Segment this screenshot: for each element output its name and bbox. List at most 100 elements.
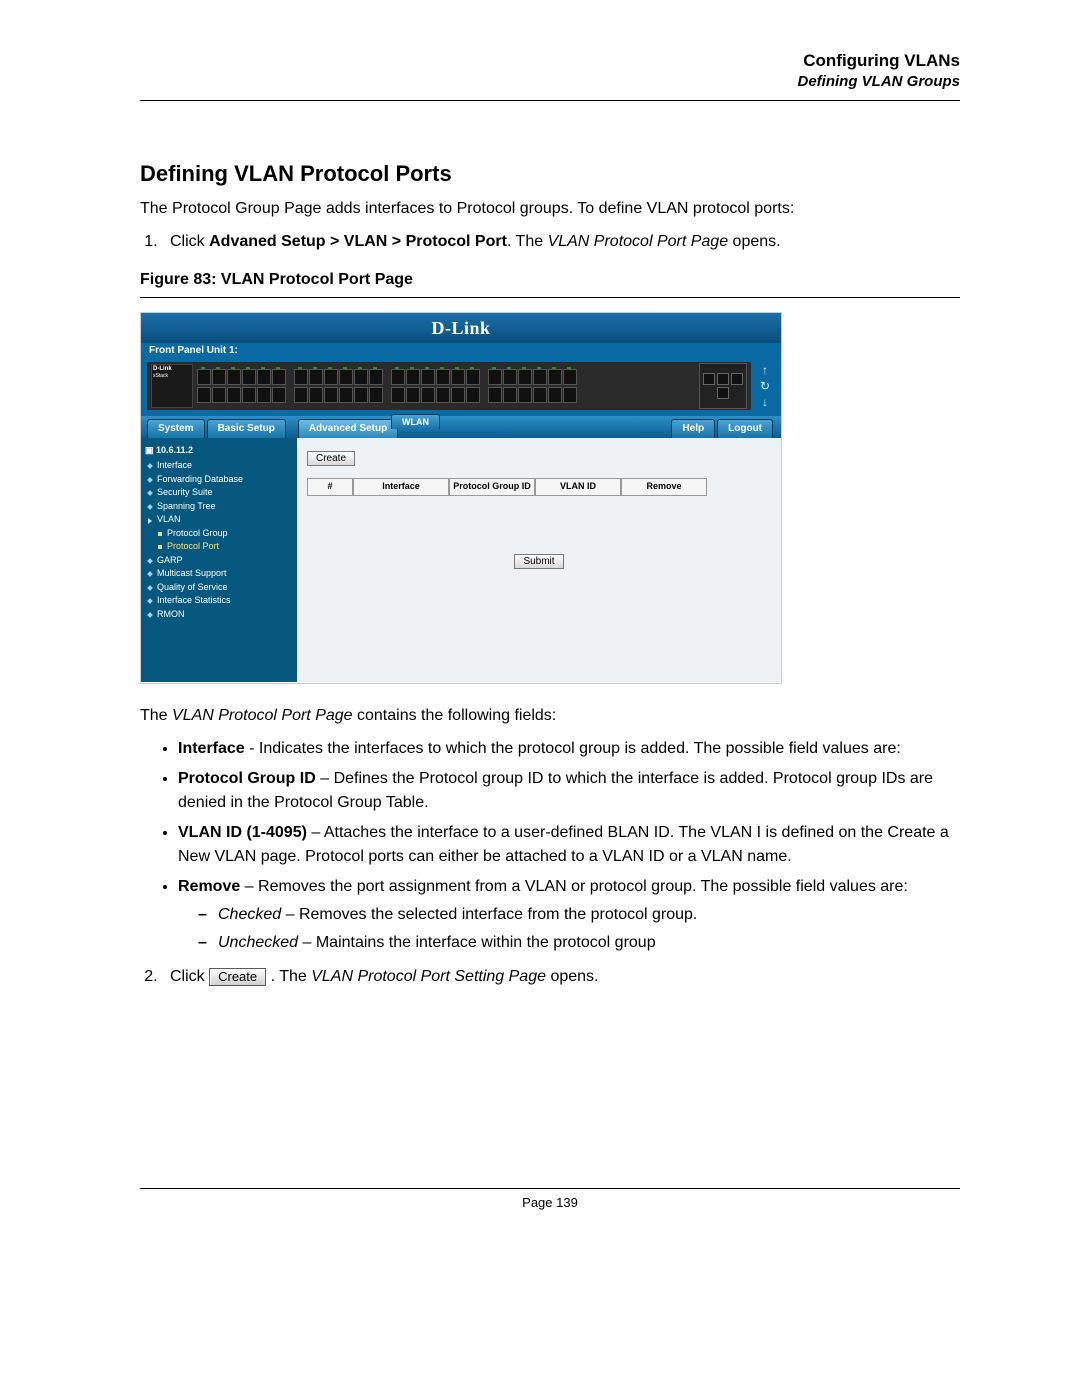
tree-root[interactable]: ▣ 10.6.11.2 [145,444,293,458]
tree-garp[interactable]: GARP [145,554,293,568]
port-icon [339,387,353,403]
tree-forwarding-database[interactable]: Forwarding Database [145,473,293,487]
arrow-up-icon[interactable]: ↑ [762,363,768,377]
field-vlan-id: VLAN ID (1-4095) – Attaches the interfac… [178,821,960,869]
port-icon [406,387,420,403]
page-title: Defining VLAN Protocol Ports [140,161,960,187]
tab-advanced-setup[interactable]: Advanced Setup [298,419,398,438]
port-icon [406,369,420,385]
port-row-top [197,369,695,385]
tree-vlan[interactable]: VLAN [145,513,293,527]
submit-row: Submit [307,551,771,569]
port-icon [533,387,547,403]
port-icon [466,369,480,385]
port-icon [503,387,517,403]
tab-help[interactable]: Help [671,419,715,438]
port-icon [488,369,502,385]
port-icon [339,369,353,385]
col-vlan-id: VLAN ID [535,478,621,496]
figure-rule [140,297,960,298]
port-icon [227,387,241,403]
tree-interface[interactable]: Interface [145,459,293,473]
tree-protocol-port[interactable]: Protocol Port [145,540,293,554]
port-rows [197,369,695,403]
port-icon [294,387,308,403]
step-2: Click Create . The VLAN Protocol Port Se… [162,965,960,988]
brand-bar: D-Link [141,313,781,343]
main-area: ▣ 10.6.11.2 Interface Forwarding Databas… [141,438,781,682]
port-icon [518,387,532,403]
tab-basic-setup[interactable]: Basic Setup [207,419,286,438]
switch-body: D-Link xStack [147,362,751,410]
port-icon [272,387,286,403]
port-icon [309,387,323,403]
tree-protocol-group[interactable]: Protocol Group [145,527,293,541]
remove-checked: Checked – Removes the selected interface… [218,903,960,927]
screenshot-figure: D-Link Front Panel Unit 1: D-Link xStack [140,312,782,684]
port-icon [242,369,256,385]
header-chapter: Configuring VLANs [140,50,960,72]
port-icon [324,369,338,385]
port-icon [242,387,256,403]
port-icon [563,369,577,385]
footer-rule [140,1188,960,1189]
step-1: Click Advaned Setup > VLAN > Protocol Po… [162,230,960,253]
tree-quality-of-service[interactable]: Quality of Service [145,581,293,595]
col-protocol-group-id: Protocol Group ID [449,478,535,496]
scroll-arrows[interactable]: ↑ ↻ ↓ [755,363,775,409]
tree-interface-statistics[interactable]: Interface Statistics [145,594,293,608]
create-button[interactable]: Create [307,451,355,466]
page-header: Configuring VLANs Defining VLAN Groups [140,50,960,92]
port-icon [421,369,435,385]
inline-create-button: Create [209,968,266,986]
port-icon [324,387,338,403]
col-interface: Interface [353,478,449,496]
port-icon [548,369,562,385]
arrow-down-icon[interactable]: ↓ [762,395,768,409]
port-icon [212,387,226,403]
field-interface: Interface - Indicates the interfaces to … [178,737,960,761]
tree-rmon[interactable]: RMON [145,608,293,622]
col-index: # [307,478,353,496]
port-icon [533,369,547,385]
device-icon: ▣ [145,445,156,455]
tree-security-suite[interactable]: Security Suite [145,486,293,500]
aux-port-icon [717,387,729,399]
port-icon [272,369,286,385]
step-list: Click Advaned Setup > VLAN > Protocol Po… [140,230,960,253]
port-icon [391,387,405,403]
port-icon [563,387,577,403]
content-pane: Create # Interface Protocol Group ID VLA… [297,438,781,682]
aux-port-icon [703,373,715,385]
header-section: Defining VLAN Groups [140,72,960,92]
field-list: Interface - Indicates the interfaces to … [140,737,960,955]
fields-intro: The VLAN Protocol Port Page contains the… [140,704,960,727]
port-icon [488,387,502,403]
port-row-bottom [197,387,695,403]
refresh-icon[interactable]: ↻ [760,379,770,393]
front-panel-label: Front Panel Unit 1: [141,343,781,358]
page-number: Page 139 [140,1195,960,1210]
nav-tree: ▣ 10.6.11.2 Interface Forwarding Databas… [141,438,297,682]
port-icon [421,387,435,403]
remove-unchecked: Unchecked – Maintains the interface with… [218,931,960,955]
port-icon [369,387,383,403]
tab-logout[interactable]: Logout [717,419,773,438]
port-icon [548,387,562,403]
nav-bar: System Basic Setup Advanced Setup WLAN H… [141,416,781,438]
tree-spanning-tree[interactable]: Spanning Tree [145,500,293,514]
tree-multicast-support[interactable]: Multicast Support [145,567,293,581]
aux-ports [699,363,747,409]
port-icon [518,369,532,385]
port-icon [436,387,450,403]
tab-system[interactable]: System [147,419,205,438]
switch-label-block: D-Link xStack [151,364,193,408]
port-icon [436,369,450,385]
port-icon [466,387,480,403]
field-protocol-group-id: Protocol Group ID – Defines the Protocol… [178,767,960,815]
port-icon [451,369,465,385]
tab-wlan[interactable]: WLAN [391,414,440,429]
col-remove: Remove [621,478,707,496]
field-remove: Remove – Removes the port assignment fro… [178,875,960,955]
submit-button[interactable]: Submit [514,554,563,569]
